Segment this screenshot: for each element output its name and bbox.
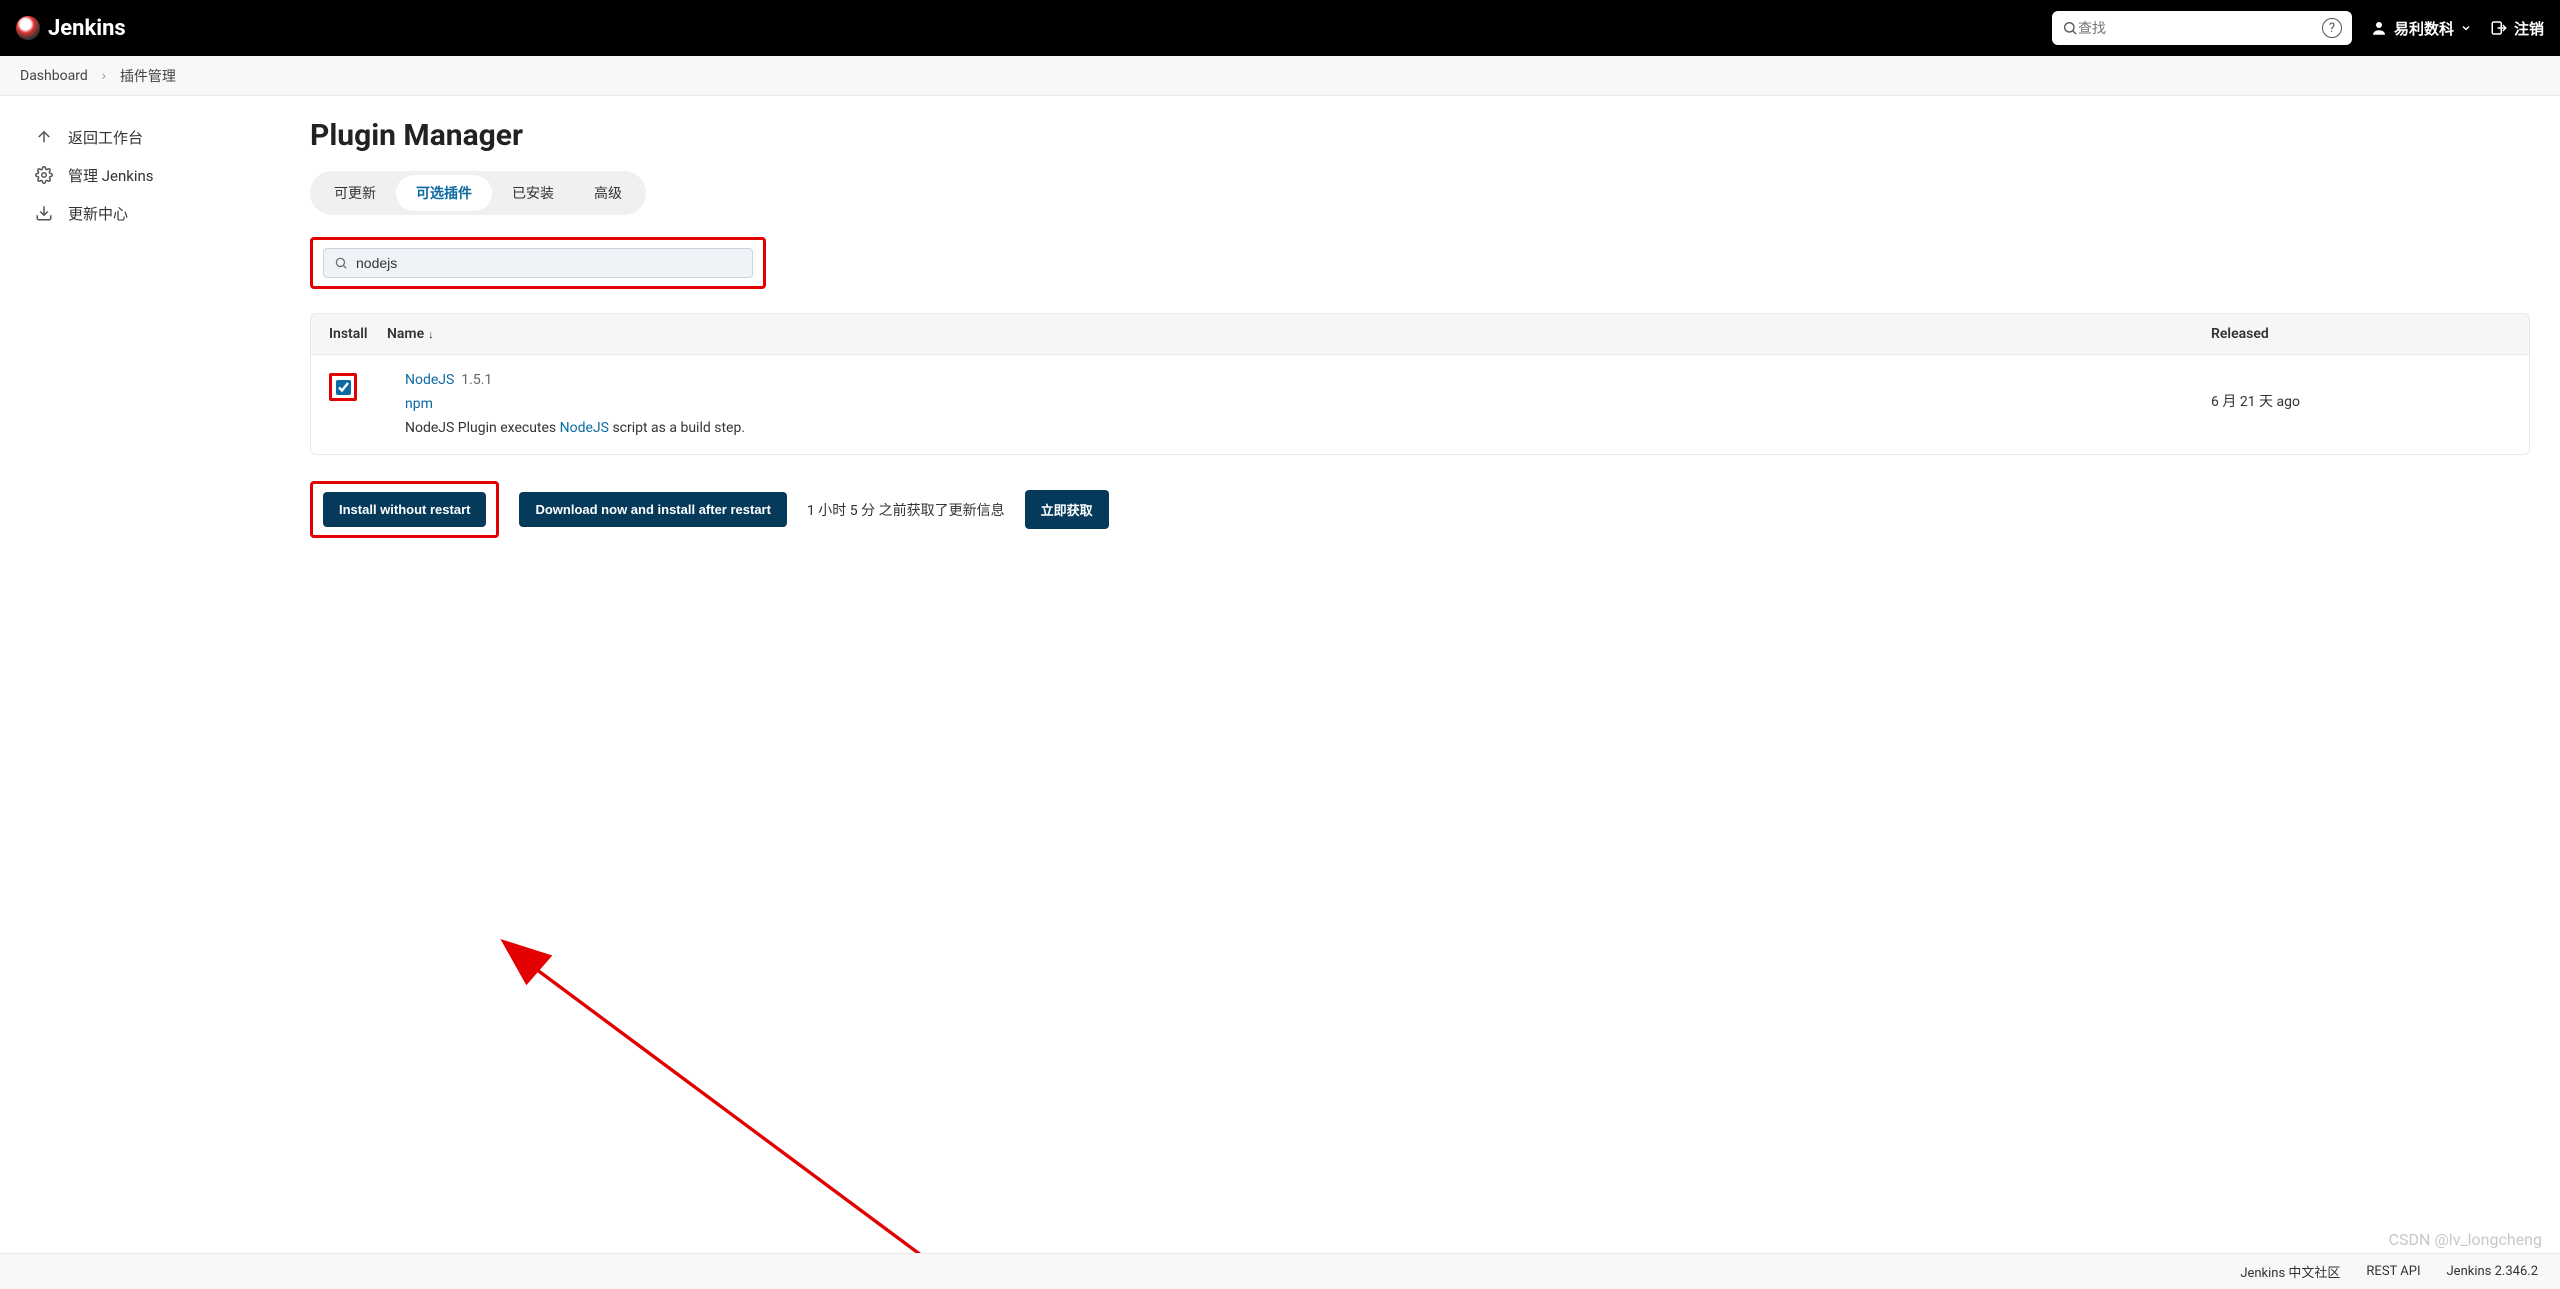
search-help-icon[interactable]: ? — [2322, 18, 2342, 38]
logout-icon — [2490, 19, 2508, 37]
global-search[interactable]: ? — [2052, 11, 2352, 45]
global-search-input[interactable] — [2078, 20, 2322, 36]
install-checkbox[interactable] — [336, 380, 351, 395]
action-bar: Install without restart Download now and… — [310, 481, 2530, 538]
page-title: Plugin Manager — [310, 118, 2530, 153]
col-install: Install — [329, 326, 387, 342]
tabs: 可更新 可选插件 已安装 高级 — [310, 171, 646, 215]
arrow-up-icon — [34, 128, 54, 146]
tab-installed[interactable]: 已安装 — [492, 175, 574, 211]
check-now-button[interactable]: 立即获取 — [1025, 490, 1109, 529]
footer-version: Jenkins 2.346.2 — [2447, 1264, 2539, 1279]
plugin-tag-link[interactable]: npm — [405, 396, 433, 412]
logout-link[interactable]: 注销 — [2490, 18, 2544, 39]
footer-rest-api-link[interactable]: REST API — [2366, 1264, 2420, 1279]
filter-highlight-box — [310, 237, 766, 289]
sidebar: 返回工作台 管理 Jenkins 更新中心 — [0, 96, 310, 1253]
gear-icon — [34, 166, 54, 184]
breadcrumb-item[interactable]: 插件管理 — [120, 66, 176, 86]
sidebar-item-label: 更新中心 — [68, 203, 128, 224]
user-menu[interactable]: 易利数科 — [2370, 18, 2472, 39]
plugin-filter-input[interactable] — [356, 255, 742, 271]
user-icon — [2370, 19, 2388, 37]
footer: Jenkins 中文社区 REST API Jenkins 2.346.2 — [0, 1253, 2560, 1289]
sidebar-item-manage[interactable]: 管理 Jenkins — [24, 156, 300, 194]
plugin-desc: NodeJS Plugin executes NodeJS script as … — [405, 417, 2211, 441]
download-install-restart-button[interactable]: Download now and install after restart — [519, 492, 786, 527]
sidebar-item-update-center[interactable]: 更新中心 — [24, 194, 300, 232]
tab-available[interactable]: 可选插件 — [396, 175, 492, 211]
search-icon — [334, 256, 348, 270]
brand-text: Jenkins — [48, 16, 126, 41]
checkbox-highlight-box — [329, 373, 357, 401]
user-label: 易利数科 — [2394, 18, 2454, 39]
install-without-restart-button[interactable]: Install without restart — [323, 492, 486, 527]
plugin-row: NodeJS 1.5.1 npm NodeJS Plugin executes … — [310, 355, 2530, 455]
sidebar-item-back[interactable]: 返回工作台 — [24, 118, 300, 156]
logout-label: 注销 — [2514, 18, 2544, 39]
plugin-version: 1.5.1 — [461, 372, 492, 388]
breadcrumb-item[interactable]: Dashboard — [20, 68, 88, 84]
col-name[interactable]: Name ↓ — [387, 326, 2211, 342]
jenkins-logo-icon — [16, 16, 40, 40]
plugin-filter[interactable] — [323, 248, 753, 278]
tab-updates[interactable]: 可更新 — [314, 175, 396, 211]
sort-down-icon: ↓ — [428, 328, 434, 341]
chevron-down-icon — [2460, 22, 2472, 34]
download-icon — [34, 204, 54, 222]
search-icon — [2062, 20, 2078, 36]
chevron-right-icon: › — [102, 68, 106, 84]
sidebar-item-label: 返回工作台 — [68, 127, 143, 148]
install-button-highlight-box: Install without restart — [310, 481, 499, 538]
brand[interactable]: Jenkins — [16, 16, 126, 41]
plugin-released: 6 月 21 天 ago — [2211, 369, 2511, 411]
tab-advanced[interactable]: 高级 — [574, 175, 642, 211]
plugin-desc-link[interactable]: NodeJS — [560, 420, 609, 436]
col-released: Released — [2211, 326, 2511, 342]
plugin-name-link[interactable]: NodeJS — [405, 372, 454, 388]
sidebar-item-label: 管理 Jenkins — [68, 165, 154, 186]
footer-community-link[interactable]: Jenkins 中文社区 — [2240, 1262, 2340, 1281]
breadcrumb: Dashboard › 插件管理 — [0, 56, 2560, 96]
update-check-info: 1 小时 5 分 之前获取了更新信息 — [807, 500, 1005, 520]
plugin-table-header: Install Name ↓ Released — [310, 313, 2530, 355]
